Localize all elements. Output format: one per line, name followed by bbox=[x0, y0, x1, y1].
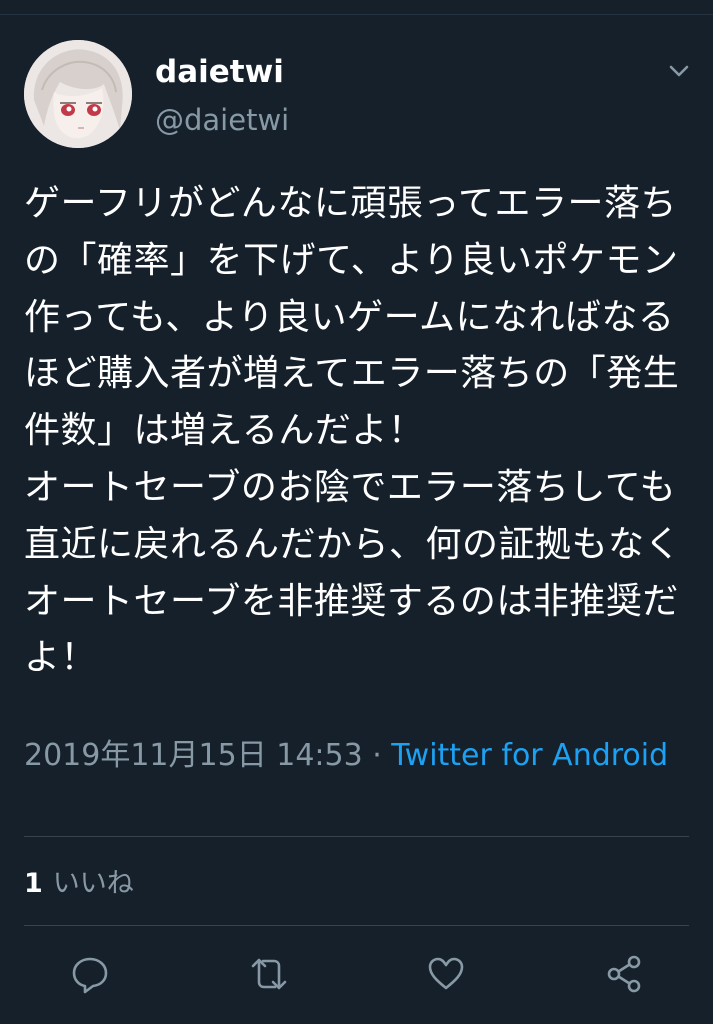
meta-separator: · bbox=[362, 738, 392, 773]
likes-stat[interactable]: 1 いいね bbox=[24, 864, 134, 904]
top-divider bbox=[0, 14, 713, 15]
likes-count: 1 bbox=[24, 868, 43, 899]
heart-icon[interactable] bbox=[426, 954, 466, 994]
user-handle[interactable]: @daietwi bbox=[155, 100, 289, 140]
avatar-image bbox=[24, 40, 132, 148]
tweet-metadata: 2019年11月15日 14:53 · Twitter for Android bbox=[24, 735, 694, 777]
divider bbox=[24, 836, 689, 837]
display-name[interactable]: daietwi bbox=[155, 52, 284, 92]
share-icon[interactable] bbox=[604, 954, 644, 994]
tweet-timestamp[interactable]: 2019年11月15日 14:53 bbox=[24, 738, 363, 773]
avatar[interactable] bbox=[24, 40, 132, 148]
likes-label: いいね bbox=[52, 868, 134, 899]
retweet-icon[interactable] bbox=[247, 954, 287, 994]
tweet-text: ゲーフリがどんなに頑張ってエラー落ちの「確率」を下げて、より良いポケモン作っても… bbox=[24, 183, 682, 679]
tweet-source-link[interactable]: Twitter for Android bbox=[391, 738, 668, 773]
divider bbox=[24, 925, 689, 926]
chevron-down-icon[interactable] bbox=[662, 56, 696, 86]
reply-icon[interactable] bbox=[70, 954, 110, 994]
tweet-detail-screen: daietwi @daietwi ゲーフリがどんなに頑張ってエラー落ちの「確率」… bbox=[0, 0, 713, 1024]
